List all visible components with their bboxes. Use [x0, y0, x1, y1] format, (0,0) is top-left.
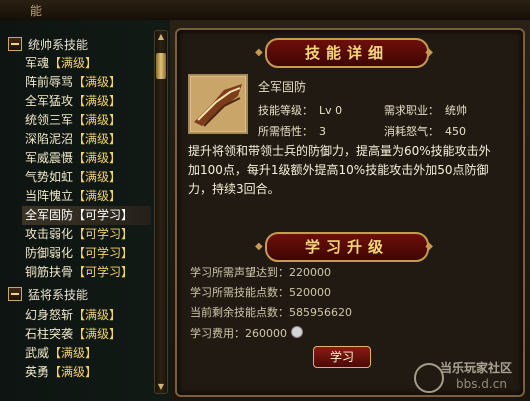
- skill-item[interactable]: 当阵愧立【满级】: [25, 187, 151, 206]
- skill-detail-panel: 技能详细 全军固防 技能等级：Lv 0 需求职业：统帅 所需悟性：3 消耗怒气：…: [170, 20, 530, 401]
- learn-row-reputation: 学习所需声望达到：220000: [190, 266, 331, 279]
- skill-item[interactable]: 武威【满级】: [25, 344, 151, 363]
- field-job: 需求职业： 统帅: [384, 104, 467, 117]
- group-label: 统帅系技能: [28, 38, 89, 52]
- watermark: 当乐玩家社区 bbs.d.cn: [410, 357, 526, 395]
- learn-row-skillpoints-required: 学习所需技能点数：520000: [190, 286, 331, 299]
- detail-banner: 技能详细: [255, 38, 439, 68]
- group-header-command[interactable]: 统帅系技能: [8, 36, 88, 54]
- collapse-icon[interactable]: [8, 287, 22, 301]
- skill-item[interactable]: 深陷泥沼【满级】: [25, 130, 151, 149]
- skill-item[interactable]: 军威震慑【满级】: [25, 149, 151, 168]
- skill-item[interactable]: 英勇【满级】: [25, 363, 151, 382]
- learn-banner: 学习升级: [255, 232, 439, 262]
- skill-list-panel: 统帅系技能 军魂【满级】 阵前辱骂【满级】 全军猛攻【满级】 统领三军【满级】 …: [0, 20, 171, 401]
- skill-item[interactable]: 石柱突袭【满级】: [25, 325, 151, 344]
- scroll-up-icon[interactable]: ▲: [156, 32, 166, 42]
- scrollbar[interactable]: ▲ ▼: [154, 30, 168, 394]
- game-window: 能 统帅系技能 军魂【满级】 阵前辱骂【满级】 全军猛攻【满级】 统领三军【满级…: [0, 0, 530, 401]
- group-label: 猛将系技能: [28, 288, 89, 302]
- skill-item[interactable]: 铜筋扶骨【可学习】: [25, 263, 151, 282]
- scroll-down-icon[interactable]: ▼: [156, 382, 166, 392]
- skill-icon: [188, 74, 248, 134]
- learn-row-skillpoints-remaining: 当前剩余技能点数：585956620: [190, 306, 352, 319]
- top-title: 能: [30, 4, 43, 18]
- field-level: 技能等级： Lv 0: [258, 104, 343, 117]
- skill-item[interactable]: 军魂【满级】: [25, 54, 151, 73]
- skill-item[interactable]: 攻击弱化【可学习】: [25, 225, 151, 244]
- skill-description: 提升将领和带领士兵的防御力，提高量为60%技能攻击外 加100点，每升1级额外提…: [188, 144, 491, 196]
- collapse-icon[interactable]: [8, 37, 22, 51]
- silver-coin-icon: [291, 326, 303, 338]
- skill-name: 全军固防: [258, 80, 307, 94]
- learn-row-cost: 学习费用：260000: [190, 325, 303, 341]
- skill-item-selected[interactable]: 全军固防【可学习】: [22, 206, 151, 225]
- skill-item[interactable]: 阵前辱骂【满级】: [25, 73, 151, 92]
- scrollbar-thumb[interactable]: [156, 53, 166, 79]
- field-wisdom: 所需悟性： 3: [258, 125, 326, 138]
- group-header-warrior[interactable]: 猛将系技能: [8, 286, 88, 304]
- learn-button[interactable]: 学习: [313, 346, 371, 368]
- skill-item[interactable]: 防御弱化【可学习】: [25, 244, 151, 263]
- skill-item[interactable]: 幻身怒斩【满级】: [25, 306, 151, 325]
- skill-item[interactable]: 全军猛攻【满级】: [25, 92, 151, 111]
- skill-item[interactable]: 统领三军【满级】: [25, 111, 151, 130]
- skill-item[interactable]: 气势如虹【满级】: [25, 168, 151, 187]
- field-rage: 消耗怒气： 450: [384, 125, 466, 138]
- top-strip: 能: [0, 0, 530, 21]
